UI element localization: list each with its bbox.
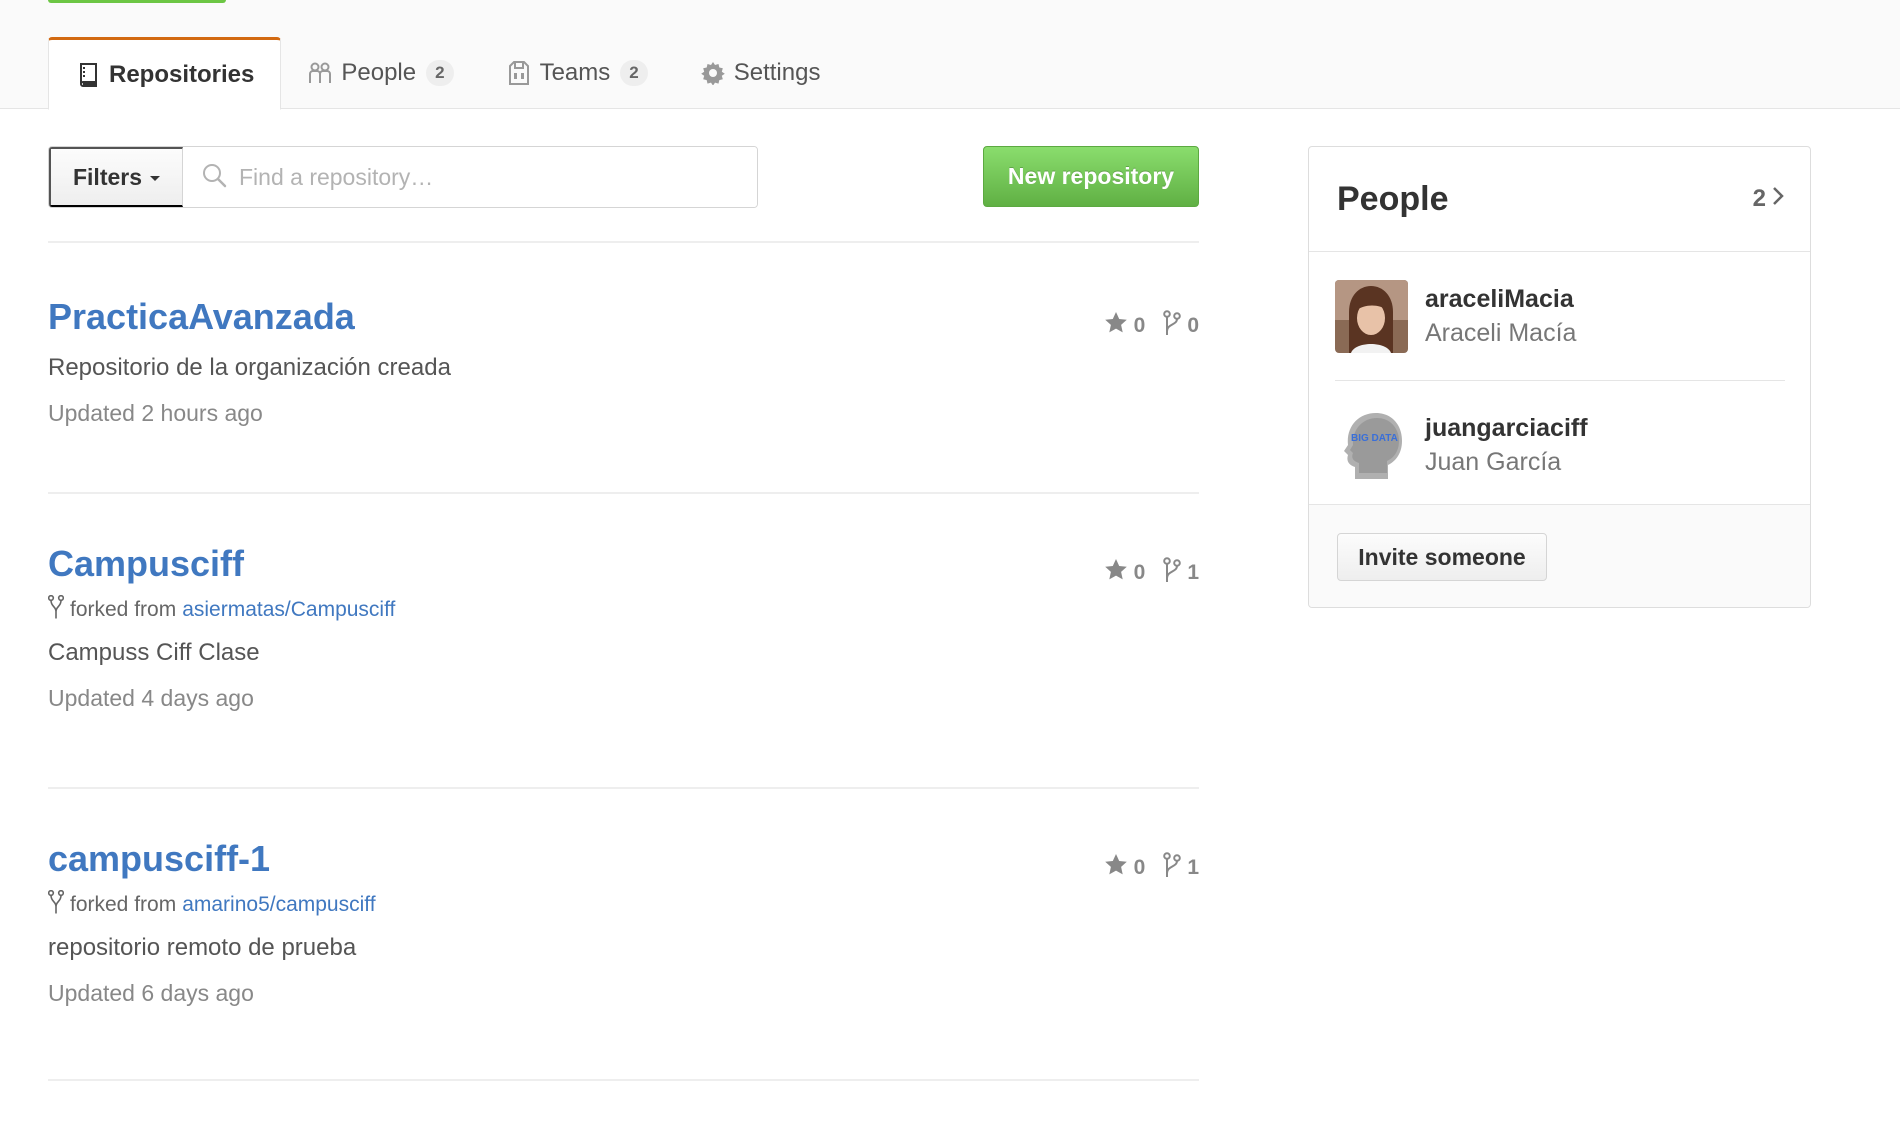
repo-search-input[interactable]	[239, 163, 739, 191]
forks-count: 1	[1187, 856, 1199, 879]
tab-people-label: People	[341, 59, 417, 86]
tab-settings[interactable]: Settings	[674, 37, 847, 109]
repo-name-link[interactable]: Campusciff	[48, 543, 244, 585]
forked-from-link[interactable]: asiermatas/Campusciff	[182, 598, 395, 622]
forks-count: 0	[1187, 314, 1199, 337]
people-icon	[307, 60, 333, 86]
filters-dropdown-button[interactable]: Filters	[49, 147, 183, 207]
people-sidebar-title: People	[1337, 179, 1449, 218]
repo-updated: Updated 2 hours ago	[48, 400, 263, 426]
teams-counter: 2	[620, 60, 648, 86]
repo-item: campusciff-1 0 1 forked from amarino5/ca…	[47, 838, 1199, 1007]
avatar	[1335, 279, 1408, 353]
fork-source: forked from asiermatas/Campusciff	[47, 594, 1199, 625]
forked-from-prefix: forked from	[70, 598, 177, 621]
tab-teams[interactable]: Teams 2	[480, 37, 674, 109]
org-tabs: Repositories People 2 Teams 2 Settings	[48, 37, 846, 110]
stars-stat[interactable]: 0	[1104, 311, 1146, 341]
stars-stat[interactable]: 0	[1104, 558, 1146, 588]
repo-name-link[interactable]: campusciff-1	[48, 838, 270, 880]
tab-repositories-label: Repositories	[109, 60, 255, 88]
stars-count: 0	[1133, 561, 1146, 584]
new-repository-button[interactable]: New repository	[983, 146, 1199, 207]
tab-repositories[interactable]: Repositories	[48, 37, 282, 110]
list-divider	[48, 787, 1199, 789]
branch-icon	[1163, 310, 1182, 342]
fork-source: forked from amarino5/campusciff	[47, 889, 1199, 920]
repo-stats: 0 0	[1104, 310, 1199, 342]
people-sidebar: People 2 araceliMacia Araceli Macía BIG …	[1308, 146, 1811, 608]
forked-from-prefix: forked from	[70, 893, 177, 916]
star-icon	[1104, 558, 1128, 588]
member-item[interactable]: BIG DATA juangarciaciff Juan García	[1335, 381, 1785, 509]
avatar: BIG DATA	[1335, 408, 1408, 482]
list-divider	[48, 492, 1199, 494]
people-count: 2	[1752, 185, 1766, 212]
forks-stat[interactable]: 1	[1163, 557, 1199, 589]
member-login: araceliMacia	[1425, 284, 1574, 313]
forks-stat[interactable]: 1	[1163, 852, 1199, 884]
member-text: araceliMacia Araceli Macía	[1425, 285, 1576, 348]
filters-label: Filters	[72, 163, 143, 190]
fork-icon	[47, 594, 65, 625]
repo-item: PracticaAvanzada 0 0 Repositorio de la o…	[48, 296, 1199, 427]
repo-stats: 0 1	[1104, 852, 1199, 884]
tab-people[interactable]: People 2	[281, 37, 479, 109]
tab-teams-label: Teams	[539, 59, 611, 86]
member-login: juangarciaciff	[1425, 413, 1588, 442]
repo-search-box[interactable]	[183, 147, 757, 207]
repo-stats: 0 1	[1104, 557, 1199, 589]
people-sidebar-footer: Invite someone	[1309, 504, 1810, 607]
star-icon	[1104, 853, 1128, 883]
repo-name-link[interactable]: PracticaAvanzada	[48, 296, 355, 338]
forks-count: 1	[1187, 561, 1199, 584]
repo-description: Campuss Ciff Clase	[48, 639, 260, 666]
tab-settings-label: Settings	[733, 59, 821, 86]
fork-icon	[47, 889, 65, 920]
repo-updated: Updated 4 days ago	[48, 685, 254, 711]
chevron-right-icon	[1772, 185, 1784, 213]
repo-description: repositorio remoto de prueba	[48, 934, 357, 961]
people-sidebar-header: People 2	[1309, 147, 1810, 252]
repo-updated: Updated 6 days ago	[48, 980, 254, 1006]
people-count-link[interactable]: 2	[1753, 185, 1784, 213]
people-counter: 2	[426, 60, 454, 86]
member-full-name: Araceli Macía	[1425, 318, 1577, 347]
search-icon	[201, 162, 227, 193]
teams-icon	[506, 60, 532, 86]
stars-count: 0	[1133, 856, 1146, 879]
header-accent-bar	[48, 0, 226, 3]
forked-from-link[interactable]: amarino5/campusciff	[182, 893, 375, 917]
branch-icon	[1163, 852, 1182, 884]
repo-filter-bar: Filters	[48, 146, 758, 208]
repo-item: Campusciff 0 1 forked from asiermatas/Ca…	[47, 543, 1199, 712]
avatar-lettering: BIG DATA	[1351, 433, 1398, 444]
member-item[interactable]: araceliMacia Araceli Macía	[1335, 252, 1785, 380]
caret-down-icon	[150, 176, 161, 181]
list-divider	[48, 1079, 1199, 1081]
forks-stat[interactable]: 0	[1163, 310, 1199, 342]
list-divider	[48, 241, 1199, 243]
invite-someone-button[interactable]: Invite someone	[1337, 533, 1547, 581]
branch-icon	[1163, 557, 1182, 589]
stars-stat[interactable]: 0	[1104, 853, 1146, 883]
stars-count: 0	[1133, 314, 1146, 337]
repo-description: Repositorio de la organización creada	[48, 354, 451, 381]
gear-icon	[700, 60, 726, 86]
repo-icon	[75, 62, 101, 88]
member-full-name: Juan García	[1425, 447, 1562, 476]
member-text: juangarciaciff Juan García	[1425, 414, 1588, 477]
star-icon	[1104, 311, 1128, 341]
